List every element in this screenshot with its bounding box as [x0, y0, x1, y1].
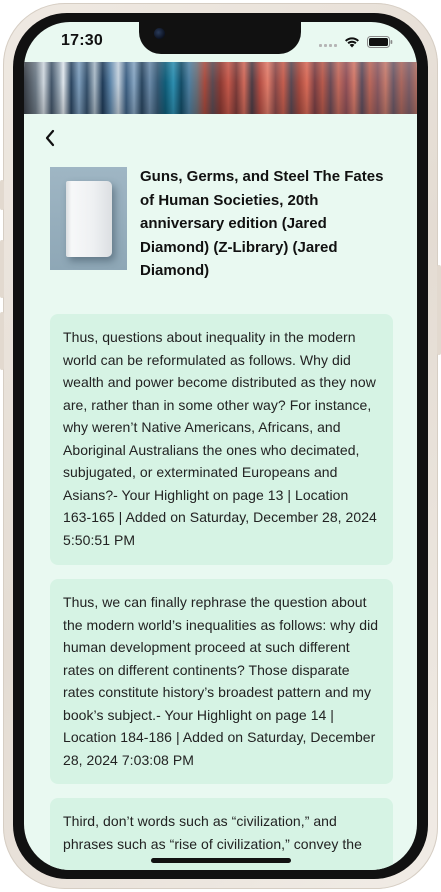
battery-icon — [367, 36, 393, 48]
home-indicator[interactable] — [151, 858, 291, 863]
camera-icon — [154, 28, 165, 39]
signal-icon — [319, 37, 337, 47]
phone-side-button-left-1 — [0, 180, 4, 210]
dynamic-island — [139, 22, 301, 54]
header-banner-image — [24, 62, 417, 114]
wifi-icon — [344, 36, 360, 48]
phone-side-button-left-2 — [0, 240, 4, 298]
chevron-left-icon — [45, 129, 55, 147]
book-title: Guns, Germs, and Steel The Fates of Huma… — [140, 168, 384, 279]
app-screen: 17:30 Guns, Germs, and Steel The Fates o… — [24, 22, 417, 870]
highlight-card[interactable]: Thus, questions about inequality in the … — [50, 314, 393, 565]
book-header: Guns, Germs, and Steel The Fates of Huma… — [50, 167, 400, 283]
phone-side-button-left-3 — [0, 312, 4, 370]
status-icons — [319, 36, 393, 48]
highlights-list[interactable]: Thus, questions about inequality in the … — [50, 314, 393, 870]
phone-side-button-right — [437, 265, 441, 355]
status-bar: 17:30 — [24, 22, 417, 62]
back-button[interactable] — [38, 126, 62, 150]
highlight-card[interactable]: Thus, we can finally rephrase the questi… — [50, 579, 393, 784]
status-time: 17:30 — [61, 32, 103, 49]
book-icon — [65, 180, 112, 257]
book-cover — [50, 167, 127, 270]
